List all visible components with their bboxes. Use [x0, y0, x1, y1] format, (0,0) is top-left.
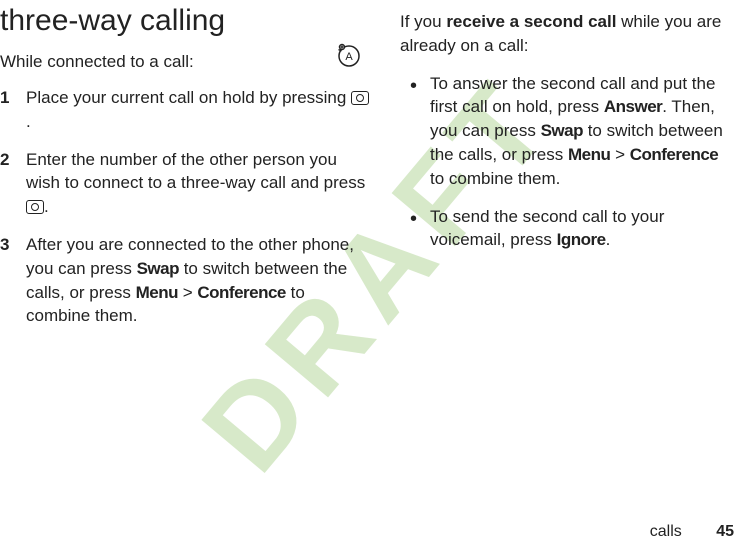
conference-label: Conference: [197, 283, 286, 302]
menu-label: Menu: [568, 145, 610, 164]
step-item: Enter the number of the other person you…: [0, 148, 370, 219]
step-item: After you are connected to the other pho…: [0, 233, 370, 328]
intro-pre: If you: [400, 12, 446, 31]
steps-list: Place your current call on hold by press…: [0, 86, 370, 328]
right-intro: If you receive a second call while you a…: [400, 10, 736, 58]
right-column: If you receive a second call while you a…: [400, 4, 736, 342]
left-column: A three-way calling While connected to a…: [0, 4, 370, 342]
conference-label: Conference: [630, 145, 719, 164]
step-text: .: [44, 197, 49, 216]
send-key-icon: [351, 91, 369, 105]
swap-label: Swap: [137, 259, 179, 278]
ignore-label: Ignore: [557, 230, 606, 249]
menu-label: Menu: [136, 283, 178, 302]
intro-text: While connected to a call:: [0, 52, 370, 72]
step-item: Place your current call on hold by press…: [0, 86, 370, 134]
bullet-text: To send the second call to your voicemai…: [430, 207, 664, 250]
svg-text:A: A: [345, 51, 353, 63]
page-content: A three-way calling While connected to a…: [0, 0, 756, 342]
step-text: .: [26, 112, 31, 131]
section-heading: three-way calling: [0, 4, 370, 38]
accessibility-feature-icon: A: [336, 42, 362, 68]
answer-label: Answer: [604, 97, 662, 116]
page-footer: calls 45: [650, 523, 734, 541]
step-text: Enter the number of the other person you…: [26, 150, 365, 193]
intro-bold: receive a second call: [446, 12, 616, 31]
gt-symbol: >: [178, 283, 197, 302]
gt-symbol: >: [610, 145, 629, 164]
bullets-list: To answer the second call and put the fi…: [400, 72, 736, 253]
swap-label: Swap: [541, 121, 583, 140]
footer-page-number: 45: [716, 523, 734, 540]
feature-icon-wrap: A: [336, 42, 362, 73]
send-key-icon: [26, 200, 44, 214]
bullet-text: to combine them.: [430, 169, 560, 188]
bullet-text: .: [606, 230, 611, 249]
bullet-item: To send the second call to your voicemai…: [400, 205, 736, 253]
bullet-item: To answer the second call and put the fi…: [400, 72, 736, 191]
footer-section: calls: [650, 523, 682, 540]
step-text: Place your current call on hold by press…: [26, 88, 351, 107]
